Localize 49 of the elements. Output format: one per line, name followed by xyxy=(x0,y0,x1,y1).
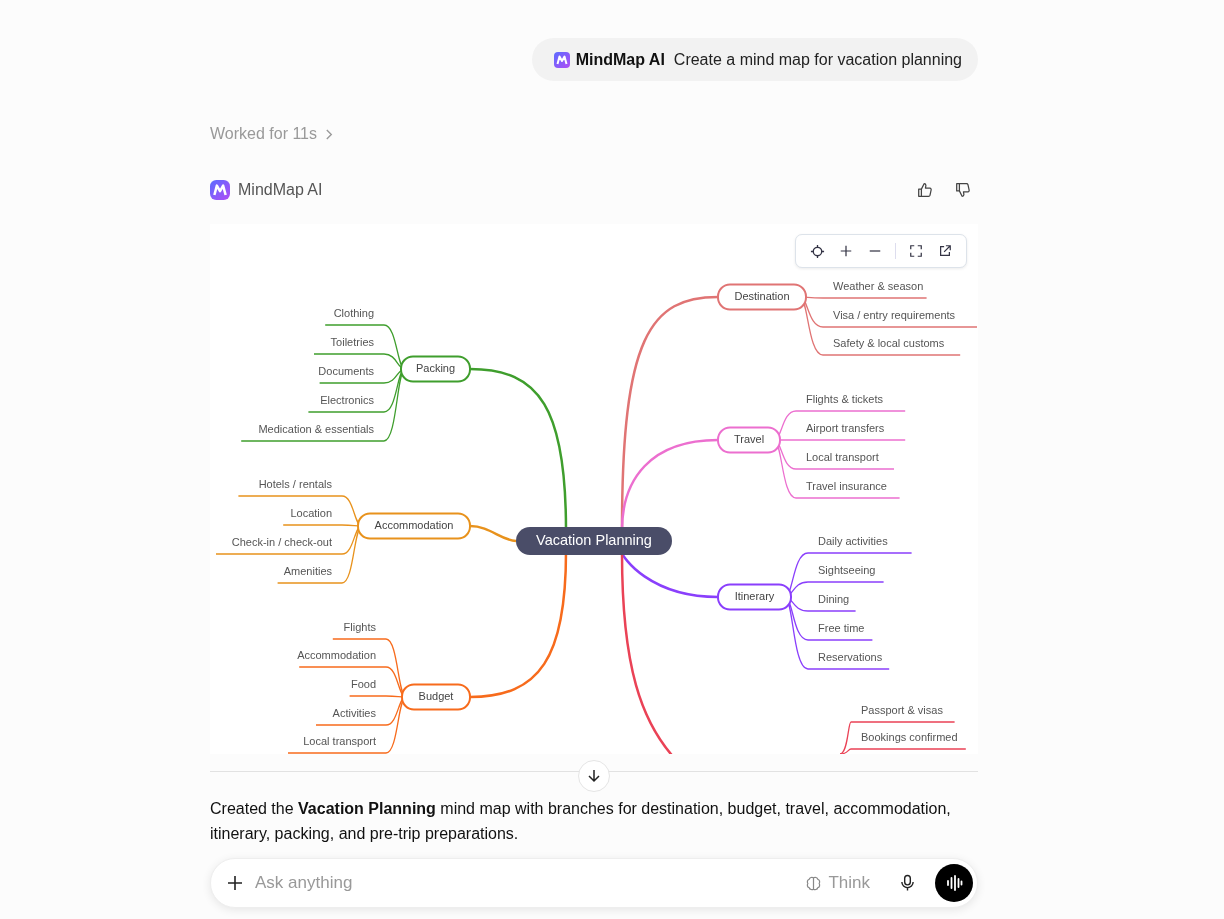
subtopic-label: Amenities xyxy=(283,564,332,577)
topic-node[interactable]: Itinerary xyxy=(717,583,792,611)
topic-node[interactable]: Budget xyxy=(401,683,471,711)
chevron-icon xyxy=(325,127,334,141)
subtopic-label: Passport & visas xyxy=(861,703,943,716)
root-node[interactable]: Vacation Planning xyxy=(516,527,672,555)
subtopic-label: Location xyxy=(290,506,332,519)
summary-text: Created the Vacation Planning mind map with branches for destination, budget, travel, accommodation, itinerary, packing, and pre-trip preparations. xyxy=(210,799,952,844)
arrow-down-icon xyxy=(586,768,602,784)
subtopic-label: Medication & essentials xyxy=(258,422,374,435)
subtopic-label: Clothing xyxy=(333,306,374,319)
author-name: MindMap AI xyxy=(238,181,323,199)
subtopic-label: Visa / entry requirements xyxy=(833,308,956,321)
subtopic-label: Toiletries xyxy=(330,335,374,348)
subtopic-label: Dining xyxy=(818,592,850,605)
subtopic-label: Reservations xyxy=(818,650,883,663)
subtopic-label: Electronics xyxy=(320,393,374,406)
subtopic-label: Documents xyxy=(318,364,374,377)
subtopic-label: Activities xyxy=(332,706,376,719)
subtopic-label: Safety & local customs xyxy=(833,336,945,349)
subtopic-label: Hotels / rentals xyxy=(258,477,332,490)
waveform-icon xyxy=(945,874,963,892)
topic-node[interactable]: Travel xyxy=(717,426,781,454)
topic-node[interactable]: Destination xyxy=(717,283,807,311)
subtopic-label: Local transport xyxy=(303,734,376,747)
subtopic-label: Free time xyxy=(818,621,865,634)
logo-icon xyxy=(210,180,230,200)
topic-node[interactable]: Accommodation xyxy=(357,512,471,540)
subtopic-label: Airport transfers xyxy=(806,421,885,434)
subtopic-label: Food xyxy=(350,677,376,690)
voice-mode-button[interactable] xyxy=(935,864,973,902)
microphone-icon[interactable] xyxy=(898,872,917,894)
subtopic-label: Accommodation xyxy=(297,648,376,661)
subtopic-label: Daily activities xyxy=(818,534,888,547)
subtopic-label: Bookings confirmed xyxy=(861,730,958,743)
prompt-text: Create a mind map for vacation planning xyxy=(673,50,962,69)
scroll-down-button[interactable] xyxy=(578,760,610,792)
add-icon[interactable] xyxy=(225,873,245,893)
brain-icon xyxy=(805,874,823,892)
app-tag: MindMap AI xyxy=(575,50,665,69)
subtopic-label: Local transport xyxy=(806,450,879,463)
subtopic-label: Sightseeing xyxy=(818,563,876,576)
subtopic-label: Weather & season xyxy=(833,279,924,292)
subtopic-label: Flights xyxy=(343,620,376,633)
subtopic-label: Travel insurance xyxy=(806,479,887,492)
subtopic-label: Check-in / check-out xyxy=(231,535,332,548)
logo-icon xyxy=(553,51,570,68)
topic-node[interactable]: Packing xyxy=(400,355,471,383)
subtopic-label: Flights & tickets xyxy=(806,392,884,405)
